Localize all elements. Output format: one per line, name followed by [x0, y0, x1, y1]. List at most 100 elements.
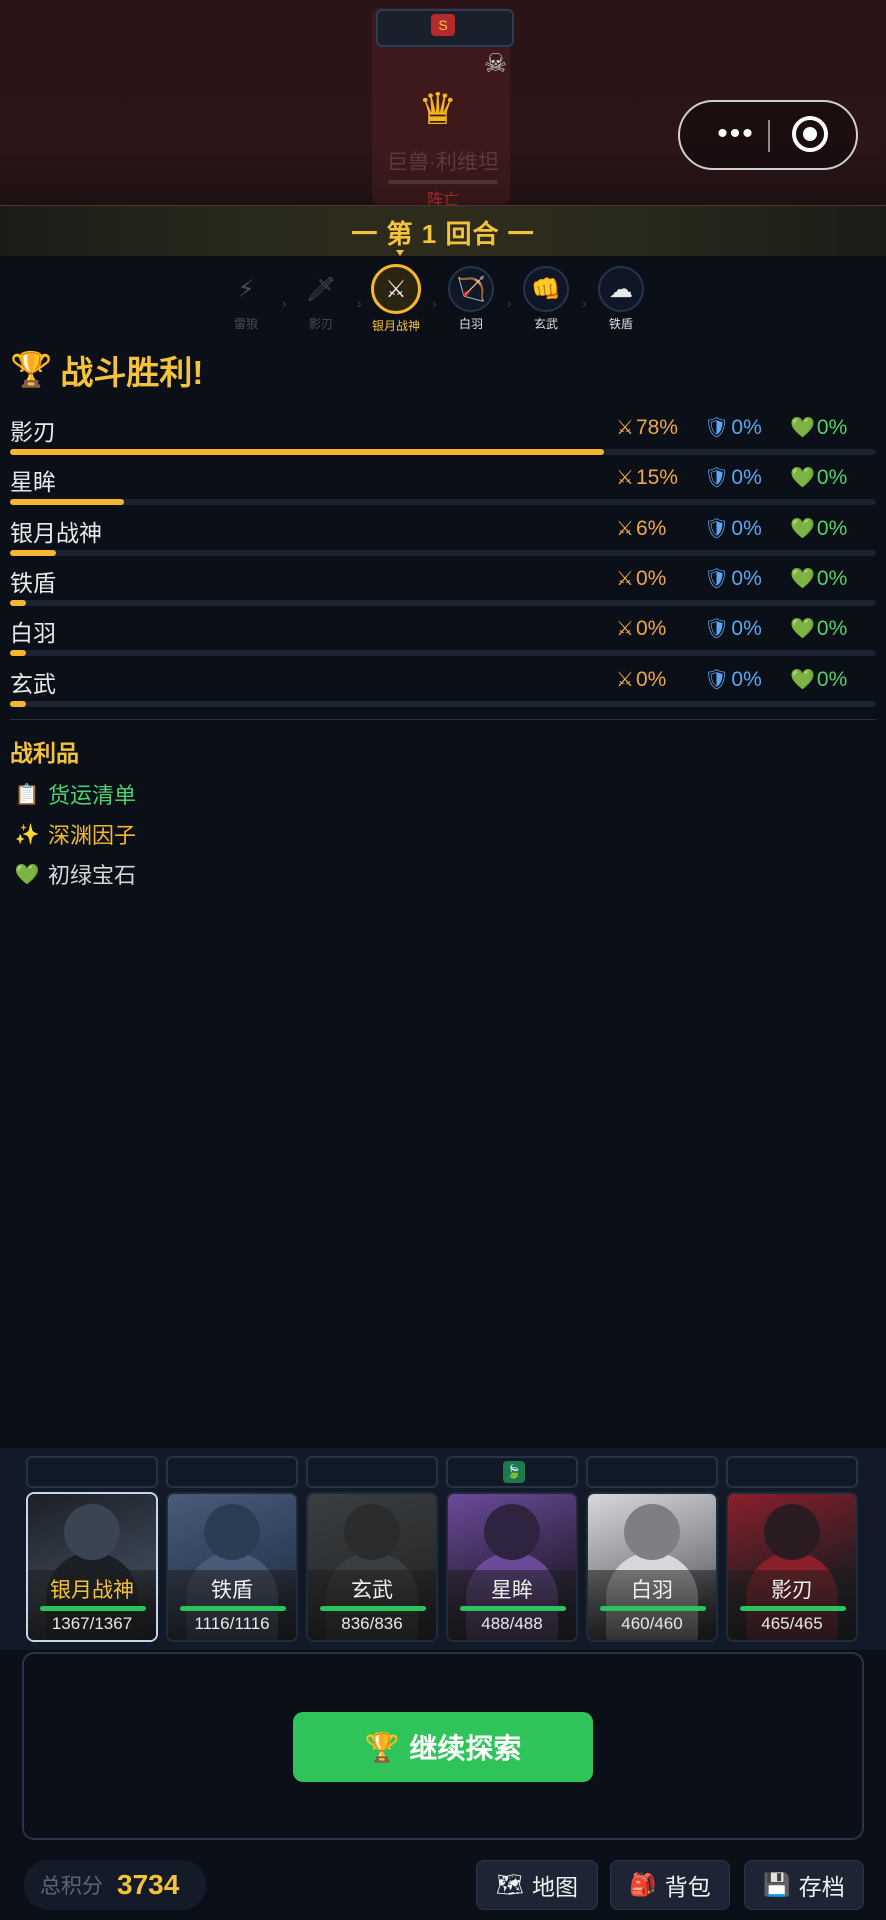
hero-card[interactable]: 铁盾 1116/1116: [166, 1492, 298, 1642]
damage-stat: ⚔ 0%: [616, 566, 666, 591]
stat-row: 铁盾 ⚔ 0% 🛡 0% 💚 0%: [0, 564, 886, 614]
hero-card[interactable]: 银月战神 1367/1367: [26, 1492, 158, 1642]
defense-stat: 🛡 0%: [704, 616, 762, 641]
turn-icon: ⚡: [237, 275, 255, 303]
turn-label: 白羽: [458, 317, 483, 331]
capsule-divider: [768, 120, 770, 152]
round-pointer-icon: [396, 250, 404, 256]
shield-icon: 🛡: [704, 568, 730, 590]
hero-name: 玄武: [10, 671, 56, 697]
loot-icon: 💚: [14, 863, 40, 886]
continue-explore-button[interactable]: 🏆 继续探索: [293, 1712, 593, 1782]
damage-value: 0%: [635, 566, 667, 590]
defense-value: 0%: [731, 616, 762, 640]
damage-bar: [10, 600, 876, 606]
portrait-head: [64, 1504, 120, 1560]
damage-bar-fill: [10, 449, 604, 455]
loot-icon: 📋: [14, 783, 40, 806]
close-miniprogram-button[interactable]: [792, 116, 828, 152]
heal-value: 0%: [816, 566, 848, 590]
hp-text: 1367/1367: [51, 1614, 133, 1633]
score-value: 3734: [117, 1869, 180, 1900]
damage-bar-fill: [10, 650, 26, 656]
heart-icon: 💚: [790, 568, 815, 590]
status-slot: 🍃: [446, 1456, 578, 1488]
hero-card[interactable]: 白羽 460/460: [586, 1492, 718, 1642]
chevron-right-icon: ›: [432, 295, 437, 311]
chevron-right-icon: ›: [357, 295, 362, 311]
bag-icon: 🎒: [629, 1872, 657, 1897]
loot-icon: ✨: [14, 823, 40, 846]
defense-value: 0%: [731, 465, 762, 489]
defense-value: 0%: [731, 566, 762, 590]
save-label: 存档: [798, 1874, 845, 1900]
heart-icon: 💚: [790, 518, 815, 540]
heal-value: 0%: [816, 616, 848, 640]
map-button[interactable]: 🗺 地图: [476, 1860, 598, 1910]
shield-icon: 🛡: [704, 618, 730, 640]
save-button[interactable]: 💾 存档: [744, 1860, 864, 1910]
damage-value: 6%: [635, 516, 667, 540]
score-label: 总积分: [40, 1875, 103, 1898]
damage-stat: ⚔ 15%: [616, 465, 678, 490]
stat-row: 银月战神 ⚔ 6% 🛡 0% 💚 0%: [0, 514, 886, 564]
turn-label: 银月战神: [371, 319, 420, 333]
hero-name: 星眸: [491, 1579, 533, 1602]
bag-button[interactable]: 🎒 背包: [610, 1860, 730, 1910]
more-menu-button[interactable]: •••: [702, 114, 770, 158]
continue-label: 继续探索: [409, 1733, 522, 1764]
crown-icon: ♛: [418, 85, 458, 134]
turn-item[interactable]: 🏹 白羽: [441, 266, 501, 332]
turn-icon: ☁: [598, 266, 644, 312]
portrait-head: [484, 1504, 540, 1560]
turn-item[interactable]: ☁ 铁盾: [591, 266, 651, 332]
round-label: 一 第 1 回合 一: [351, 219, 535, 249]
divider: [10, 719, 876, 720]
turn-label: 影刃: [308, 317, 333, 331]
turn-label: 玄武: [533, 317, 558, 331]
sword-icon: ⚔: [616, 518, 634, 540]
turn-label: 铁盾: [608, 317, 633, 331]
turn-item[interactable]: ⚡ 雷狼: [216, 266, 276, 332]
heart-icon: 💚: [790, 669, 815, 691]
hero-card[interactable]: 影刃 465/465: [726, 1492, 858, 1642]
boss-status-icon: S: [431, 14, 455, 36]
turn-item[interactable]: 👊 玄武: [516, 266, 576, 332]
loot-item[interactable]: 📋 货运清单: [14, 778, 136, 810]
trophy-icon: 🏆: [10, 351, 53, 389]
hp-text: 488/488: [481, 1614, 543, 1633]
heal-value: 0%: [816, 415, 848, 439]
victory-title: 🏆 战斗胜利!: [10, 346, 203, 394]
portrait-head: [344, 1504, 400, 1560]
heal-stat: 💚 0%: [790, 616, 847, 641]
boss-area: S ☠ ♛ 巨兽·利维坦 阵亡 •••: [0, 0, 886, 205]
damage-value: 0%: [635, 667, 667, 691]
hero-card[interactable]: 玄武 836/836: [306, 1492, 438, 1642]
hp-bar: [460, 1606, 566, 1611]
turn-item[interactable]: ⚔ 银月战神: [366, 264, 426, 334]
damage-bar-fill: [10, 499, 124, 505]
turn-item[interactable]: 🗡 影刃: [291, 266, 351, 332]
status-slot: [166, 1456, 298, 1488]
hp-bar: [180, 1606, 286, 1611]
heart-icon: 💚: [790, 417, 815, 439]
damage-value: 78%: [635, 415, 678, 439]
heart-icon: 💚: [790, 618, 815, 640]
hero-name: 银月战神: [50, 1579, 134, 1602]
turn-icon: 🗡: [305, 275, 337, 303]
hp-bar: [40, 1606, 146, 1611]
sword-icon: ⚔: [616, 669, 634, 691]
damage-bar-fill: [10, 550, 56, 556]
loot-name: 货运清单: [48, 783, 137, 808]
heal-value: 0%: [816, 667, 848, 691]
hero-card[interactable]: 星眸 488/488: [446, 1492, 578, 1642]
hero-name: 铁盾: [10, 570, 56, 596]
boss-hp-bar: [388, 180, 498, 184]
defense-value: 0%: [731, 516, 762, 540]
loot-item[interactable]: ✨ 深渊因子: [14, 818, 136, 850]
damage-stat: ⚔ 6%: [616, 516, 666, 541]
boss-name: 巨兽·利维坦: [387, 151, 499, 174]
damage-bar-fill: [10, 600, 26, 606]
heart-icon: 💚: [790, 467, 815, 489]
loot-item[interactable]: 💚 初绿宝石: [14, 858, 136, 890]
